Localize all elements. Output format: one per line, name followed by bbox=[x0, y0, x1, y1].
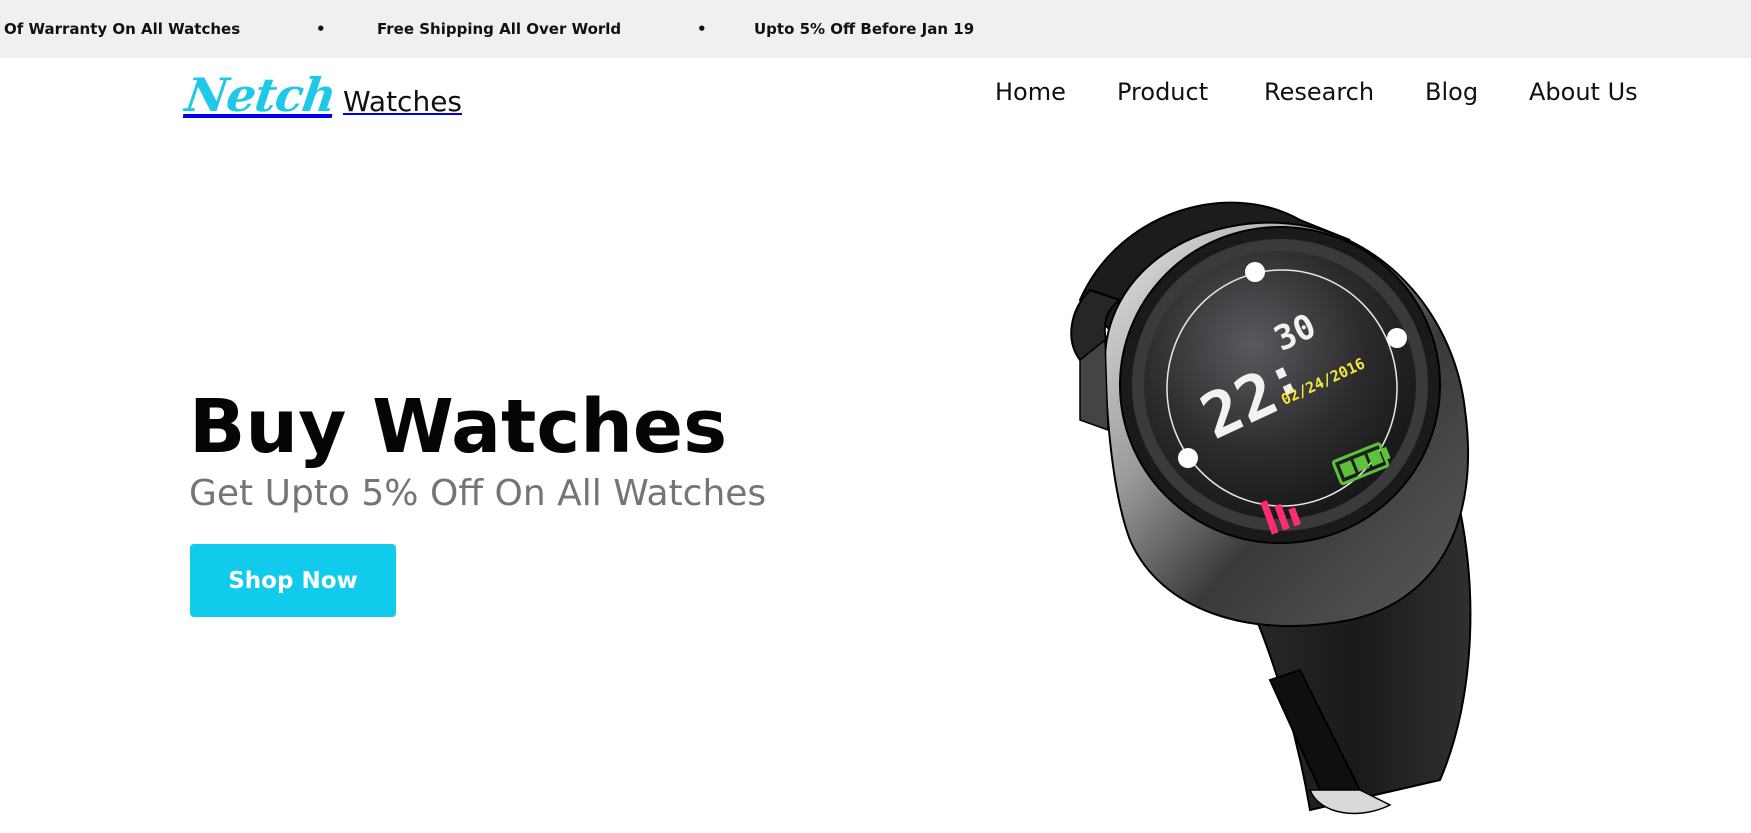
logo-script: Netch bbox=[182, 68, 339, 122]
announcement-shipping: Free Shipping All Over World bbox=[377, 20, 622, 38]
nav-research[interactable]: Research bbox=[1264, 78, 1374, 106]
logo-text: Watches bbox=[343, 85, 463, 118]
hero-subtitle: Get Upto 5% Off On All Watches bbox=[189, 473, 767, 514]
face-marker bbox=[1387, 328, 1407, 348]
announcement-discount: Upto 5% Off Before Jan 19 bbox=[754, 20, 975, 38]
face-marker bbox=[1178, 448, 1198, 468]
site-header: Netch Watches Home Product Research Blog… bbox=[0, 58, 1751, 138]
nav-product[interactable]: Product bbox=[1117, 78, 1208, 106]
announcement-bar: Of Warranty On All Watches • Free Shippi… bbox=[0, 0, 1751, 58]
shop-now-button[interactable]: Shop Now bbox=[190, 544, 396, 617]
nav-about-us[interactable]: About Us bbox=[1529, 78, 1638, 106]
face-marker bbox=[1245, 262, 1265, 282]
site-logo[interactable]: Netch Watches bbox=[182, 68, 463, 122]
smartwatch-image: 22 : 30 02/24/2016 bbox=[1070, 201, 1472, 815]
nav-blog[interactable]: Blog bbox=[1425, 78, 1478, 106]
announcement-warranty: Of Warranty On All Watches bbox=[4, 20, 241, 38]
nav-home[interactable]: Home bbox=[995, 78, 1066, 106]
hero-title: Buy Watches bbox=[189, 384, 728, 470]
